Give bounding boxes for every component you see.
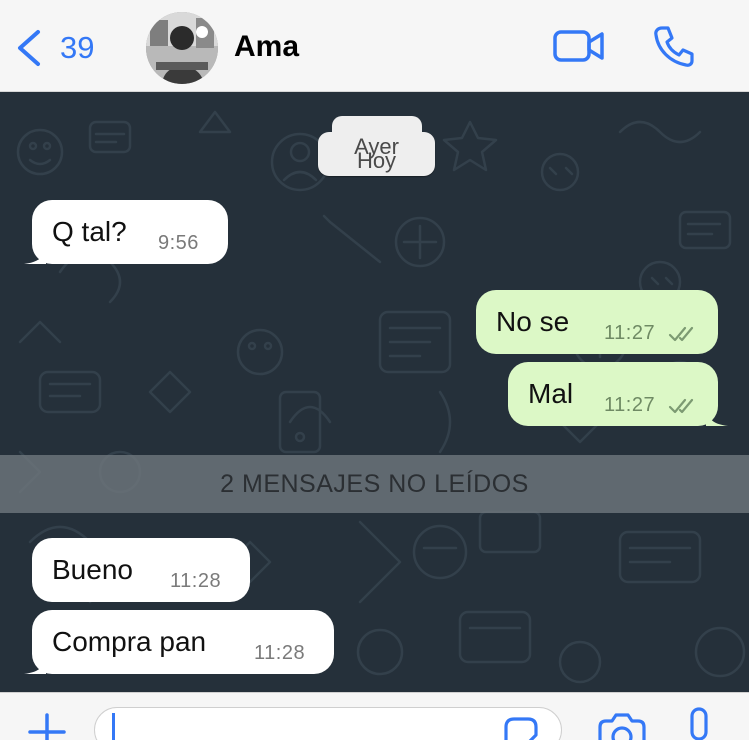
video-call-button[interactable]	[552, 26, 606, 66]
message-input[interactable]	[94, 707, 562, 740]
contact-name[interactable]: Ama	[234, 30, 299, 64]
camera-icon	[598, 713, 646, 740]
message-composer	[0, 692, 749, 740]
unread-chats-count: 39	[60, 30, 95, 65]
message-text: Q tal?	[52, 216, 127, 247]
message-text: Bueno	[52, 554, 133, 585]
attach-button[interactable]	[26, 711, 68, 740]
message-text: No se	[496, 306, 570, 337]
voice-call-button[interactable]	[652, 24, 696, 68]
message-time: 11:28	[254, 642, 306, 664]
chevron-left-icon	[18, 30, 40, 66]
message-time: 11:28	[170, 570, 222, 592]
video-camera-icon	[553, 30, 604, 62]
message-bubble-incoming[interactable]: Q tal? 9:56	[24, 200, 228, 264]
message-text: Compra pan	[52, 626, 207, 657]
double-check-read-icon	[668, 324, 698, 344]
message-time: 11:27	[604, 322, 656, 344]
double-check-read-icon	[668, 396, 698, 416]
plus-icon	[28, 713, 66, 740]
message-time: 11:27	[604, 394, 656, 416]
message-bubble-incoming[interactable]: Bueno 11:28	[32, 538, 250, 602]
message-bubble-incoming[interactable]: Compra pan 11:28	[24, 610, 334, 674]
date-label-current: Hoy	[356, 148, 397, 173]
sticker-icon	[504, 717, 538, 740]
back-button[interactable]: 39	[14, 26, 94, 70]
microphone-icon	[690, 707, 708, 740]
sticker-button[interactable]	[500, 717, 540, 740]
message-time: 9:56	[158, 232, 199, 254]
date-chip: Ayer Hoy	[318, 132, 435, 176]
camera-button[interactable]	[596, 713, 646, 740]
unread-messages-banner: 2 MENSAJES NO LEÍDOS	[0, 455, 749, 513]
microphone-button[interactable]	[682, 707, 716, 740]
chat-header: 39 Ama	[0, 0, 749, 92]
chat-area[interactable]: Ayer Hoy Q tal? 9:56 No se 11:27 Mal 11:…	[0, 92, 749, 692]
bubble-tail	[706, 404, 728, 426]
bubble-tail	[24, 652, 46, 674]
phone-icon	[654, 26, 694, 67]
message-text: Mal	[528, 378, 574, 409]
message-bubble-outgoing[interactable]: No se 11:27	[476, 290, 718, 354]
message-bubble-outgoing[interactable]: Mal 11:27	[508, 362, 728, 426]
text-cursor	[112, 713, 115, 740]
bubble-tail	[24, 242, 46, 264]
contact-avatar-icon	[146, 12, 218, 84]
avatar[interactable]	[146, 12, 218, 84]
